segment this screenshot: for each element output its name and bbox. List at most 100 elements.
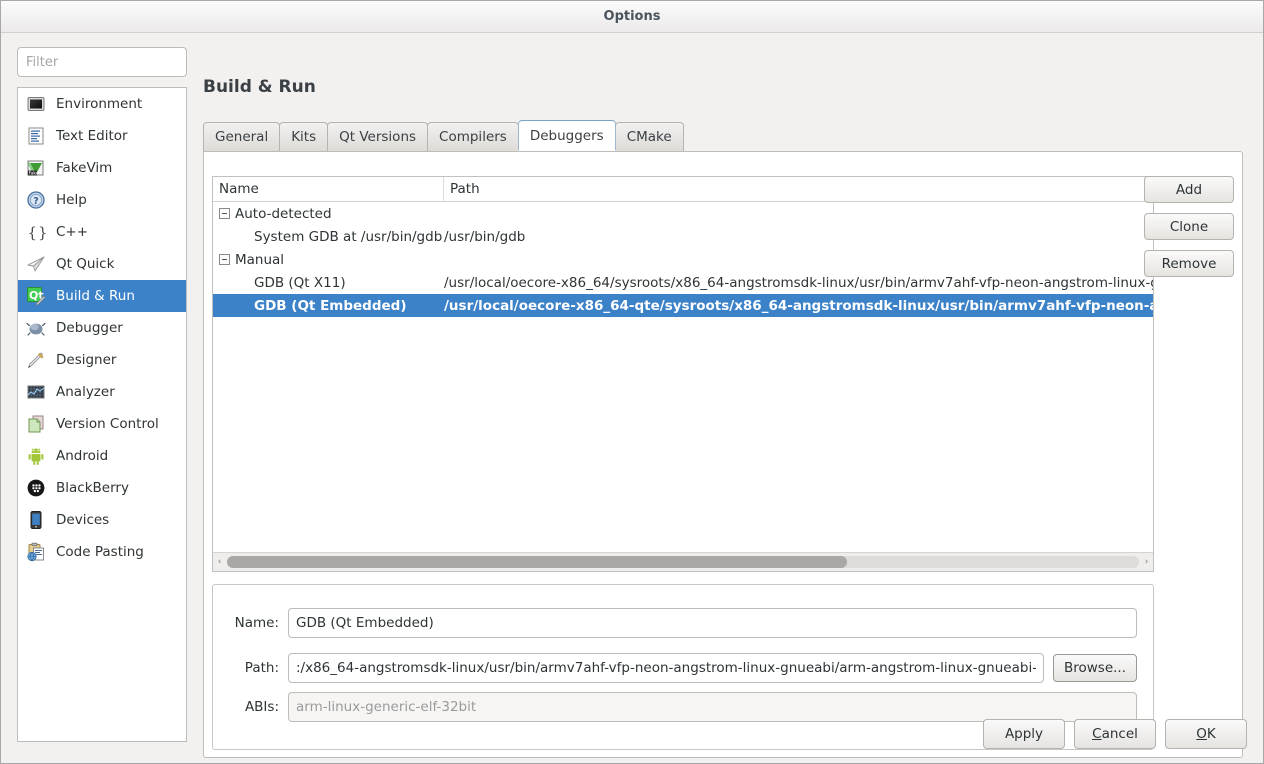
scroll-left-arrow-icon[interactable]: ‹ — [213, 557, 226, 567]
abis-label: ABIs: — [244, 699, 279, 715]
clone-button[interactable]: Clone — [1144, 213, 1234, 240]
category-panel: Environment Text Editor Fake FakeVim? Help {}… — [17, 47, 187, 742]
cancel-button[interactable]: Cancel — [1074, 719, 1156, 749]
group-label: Manual — [235, 251, 285, 268]
page-title: Build & Run — [203, 77, 316, 97]
sidebar-item-blackberry[interactable]: BlackBerry — [18, 472, 186, 504]
debuggers-tree[interactable]: Name Path Auto-detected System GDB at /us… — [212, 176, 1154, 572]
sidebar-item-label: Android — [56, 448, 109, 464]
debugger-name: GDB (Qt X11) — [254, 274, 346, 291]
sidebar-item-text-editor[interactable]: Text Editor — [18, 120, 186, 152]
sidebar-item-analyzer[interactable]: Analyzer — [18, 376, 186, 408]
devices-icon — [26, 510, 46, 530]
path-input[interactable] — [288, 653, 1044, 683]
sidebar-item-label: Debugger — [56, 320, 123, 336]
remove-button[interactable]: Remove — [1144, 250, 1234, 277]
dialog-body: Environment Text Editor Fake FakeVim? Help {}… — [1, 34, 1263, 763]
sidebar-item-designer[interactable]: Designer — [18, 344, 186, 376]
name-label: Name: — [234, 615, 279, 631]
cell-path: /usr/local/oecore-x86_64-qte/sysroots/x8… — [444, 297, 1153, 314]
sidebar-item-fakevim[interactable]: Fake FakeVim — [18, 152, 186, 184]
title-bar: Options — [1, 1, 1263, 33]
sidebar-item-qt-quick[interactable]: Qt Quick — [18, 248, 186, 280]
scrollbar-thumb[interactable] — [227, 556, 848, 568]
cell-path: /usr/local/oecore-x86_64/sysroots/x86_64… — [444, 274, 1153, 291]
scrollbar-track[interactable] — [227, 556, 1139, 568]
android-icon — [26, 446, 46, 466]
cancel-rest: ancel — [1101, 726, 1138, 742]
table-row[interactable]: Auto-detected — [213, 202, 1153, 225]
abis-input — [288, 692, 1137, 722]
tab-debuggers[interactable]: Debuggers — [517, 120, 616, 151]
scroll-right-arrow-icon[interactable]: › — [1140, 557, 1153, 567]
cell-name: GDB (Qt X11) — [213, 275, 444, 291]
sidebar-item-c[interactable]: {} C++ — [18, 216, 186, 248]
sidebar-item-android[interactable]: Android — [18, 440, 186, 472]
table-row[interactable]: GDB (Qt Embedded) /usr/local/oecore-x86_6… — [213, 294, 1153, 317]
category-list[interactable]: Environment Text Editor Fake FakeVim? Help {}… — [17, 87, 187, 742]
sidebar-item-code-pasting[interactable]: Code Pasting — [18, 536, 186, 568]
add-button[interactable]: Add — [1144, 176, 1234, 203]
sidebar-item-label: Code Pasting — [56, 544, 144, 560]
cpp-icon: {} — [26, 222, 47, 242]
tab-compilers[interactable]: Compilers — [427, 122, 519, 151]
cell-name: System GDB at /usr/bin/gdb — [213, 229, 444, 245]
sidebar-item-debugger[interactable]: Debugger — [18, 312, 186, 344]
apply-button[interactable]: Apply — [983, 719, 1065, 749]
collapse-minus-icon[interactable] — [219, 254, 230, 265]
options-dialog: Options Environment Text Editor Fake FakeVi… — [0, 0, 1264, 764]
sidebar-item-help[interactable]: ? Help — [18, 184, 186, 216]
cell-name: Manual — [213, 252, 444, 268]
sidebar-item-label: Qt Quick — [56, 256, 115, 272]
table-row[interactable]: Manual — [213, 248, 1153, 271]
svg-text:Fake: Fake — [29, 171, 39, 177]
sidebar-item-label: Text Editor — [56, 128, 128, 144]
collapse-minus-icon[interactable] — [219, 208, 230, 219]
build-run-icon: Qt — [26, 286, 46, 306]
designer-icon — [26, 350, 46, 370]
dialog-button-row: Apply Cancel OK — [983, 719, 1247, 749]
path-row: Path: Browse... — [229, 653, 1137, 683]
sidebar-item-label: BlackBerry — [56, 480, 129, 496]
column-header-path[interactable]: Path — [444, 177, 1153, 201]
cell-name: Auto-detected — [213, 206, 444, 222]
help-icon: ? — [26, 190, 46, 210]
sidebar-item-label: Designer — [56, 352, 117, 368]
tab-qt-versions[interactable]: Qt Versions — [327, 122, 429, 151]
tab-bar[interactable]: General Kits Qt Versions Compilers Debuggers… — [203, 120, 684, 151]
svg-text:?: ? — [33, 196, 39, 207]
sidebar-item-label: Version Control — [56, 416, 159, 432]
sidebar-item-build-run[interactable]: Qt Build & Run — [18, 280, 186, 312]
svg-text:}: } — [38, 224, 46, 242]
debugger-name: GDB (Qt Embedded) — [254, 297, 407, 314]
settings-pane: Build & Run General Kits Qt Versions Compil… — [195, 47, 1249, 758]
horizontal-scrollbar[interactable]: ‹ › — [213, 552, 1153, 571]
filter-input[interactable] — [17, 47, 187, 77]
ok-button[interactable]: OK — [1165, 719, 1247, 749]
ok-mnemonic: O — [1196, 726, 1207, 742]
tab-cmake[interactable]: CMake — [614, 122, 684, 151]
version-control-icon — [26, 414, 46, 434]
browse-button[interactable]: Browse... — [1053, 654, 1137, 682]
table-row[interactable]: GDB (Qt X11) /usr/local/oecore-x86_64/sys… — [213, 271, 1153, 294]
name-input[interactable] — [288, 608, 1137, 638]
table-body: Auto-detected System GDB at /usr/bin/gdb /… — [213, 202, 1153, 557]
sidebar-item-label: Analyzer — [56, 384, 115, 400]
cell-name: GDB (Qt Embedded) — [213, 298, 444, 314]
sidebar-item-version-control[interactable]: Version Control — [18, 408, 186, 440]
fakevim-icon: Fake — [26, 158, 46, 178]
tab-kits[interactable]: Kits — [279, 122, 329, 151]
sidebar-item-label: Build & Run — [56, 288, 135, 304]
sidebar-item-environment[interactable]: Environment — [18, 88, 186, 120]
svg-text:{: { — [28, 224, 38, 242]
group-label: Auto-detected — [235, 205, 332, 222]
column-header-name[interactable]: Name — [213, 177, 444, 201]
tab-general[interactable]: General — [203, 122, 281, 151]
window-title: Options — [603, 9, 661, 24]
sidebar-item-label: Devices — [56, 512, 110, 528]
sidebar-item-devices[interactable]: Devices — [18, 504, 186, 536]
abis-row: ABIs: — [229, 692, 1137, 722]
analyzer-icon — [26, 382, 46, 402]
text-editor-icon — [26, 126, 46, 146]
table-row[interactable]: System GDB at /usr/bin/gdb/usr/bin/gdb — [213, 225, 1153, 248]
